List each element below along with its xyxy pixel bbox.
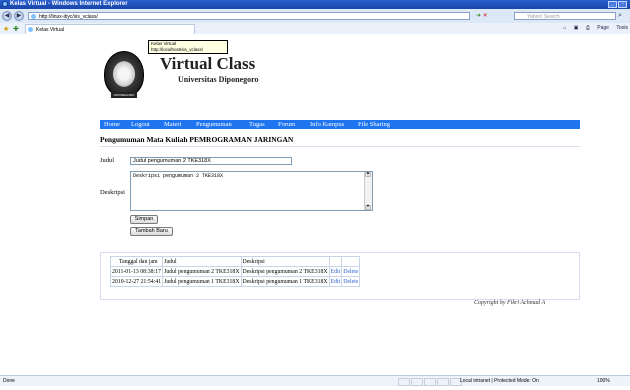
page-icon xyxy=(31,14,36,19)
back-button[interactable]: ◀ xyxy=(2,11,12,21)
menu-pengumuman[interactable]: Pengumuman xyxy=(196,120,232,129)
page-title: Pengumuman Mata Kuliah PEMROGRAMAN JARIN… xyxy=(100,135,294,144)
save-button[interactable]: Simpan xyxy=(130,215,158,224)
print-icon[interactable]: ⎙ xyxy=(586,25,590,31)
ie-logo-icon xyxy=(2,1,8,7)
table-header-row: Tanggal dan jam Judul Deskripsi xyxy=(109,256,361,267)
minimize-button[interactable]: _ xyxy=(608,1,617,8)
menu-file-sharing[interactable]: File Sharing xyxy=(358,120,390,129)
row-deskripsi: Deskripsi pengumuman 2 TKE318X xyxy=(240,266,330,277)
edit-link[interactable]: Edit xyxy=(331,269,341,275)
tab-tooltip: Kelas Virtual http://localhost/sis_vclas… xyxy=(148,40,228,54)
site-title: Virtual Class xyxy=(160,54,256,73)
tooltip-line2: http://localhost/sis_vclass/ xyxy=(151,47,204,52)
table-row: 2010-12-27 21:54:41 Judul pengumuman 1 T… xyxy=(109,276,361,287)
col-edit xyxy=(328,256,343,267)
judul-label: Judul xyxy=(100,157,115,164)
site-subtitle: Universitas Diponegoro xyxy=(178,75,259,84)
stop-icon[interactable]: ✕ xyxy=(483,13,488,19)
tab-kelas-virtual[interactable]: Kelas Virtual xyxy=(25,24,195,34)
row-datetime: 2011-01-13 08:38:17 xyxy=(109,266,164,277)
university-logo: DIPONEGORO xyxy=(104,51,144,98)
scroll-down-icon[interactable]: ▼ xyxy=(365,205,371,210)
menu-forum[interactable]: Forum xyxy=(278,120,295,129)
page-menu[interactable]: Page xyxy=(597,25,609,31)
window-titlebar: Kelas Virtual - Windows Internet Explore… xyxy=(0,0,630,9)
menu-tugas[interactable]: Tugas xyxy=(249,120,265,129)
add-favorites-icon[interactable]: ✚ xyxy=(13,25,19,33)
window-title: Kelas Virtual - Windows Internet Explore… xyxy=(10,1,128,7)
scroll-up-icon[interactable]: ▲ xyxy=(365,172,371,177)
tab-label: Kelas Virtual xyxy=(36,27,64,33)
go-icon[interactable]: ➜ xyxy=(476,13,481,19)
menu-materi[interactable]: Materi xyxy=(164,120,181,129)
menu-logout[interactable]: Logout xyxy=(131,120,150,129)
row-judul: Judul pengumuman 2 TKE318X xyxy=(162,266,242,277)
add-new-button[interactable]: Tambah Baru xyxy=(130,227,173,236)
menu-home[interactable]: Home xyxy=(104,120,120,129)
status-panels xyxy=(398,378,463,390)
tools-menu[interactable]: Tools xyxy=(616,25,628,31)
refresh-stop-buttons[interactable]: ➜ ✕ xyxy=(476,12,488,19)
col-deskripsi: Deskripsi xyxy=(240,256,330,267)
favorites-star-icon[interactable]: ★ xyxy=(3,25,9,33)
textarea-scrollbar[interactable]: ▲ ▼ xyxy=(364,172,372,210)
forward-button[interactable]: ▶ xyxy=(14,11,24,21)
table-row: 2011-01-13 08:38:17 Judul pengumuman 2 T… xyxy=(109,266,361,277)
logo-ribbon: DIPONEGORO xyxy=(111,92,137,98)
row-datetime: 2010-12-27 21:54:41 xyxy=(109,276,164,287)
copyright-text: Copyright by Fikri Achmad A xyxy=(474,300,546,306)
feeds-icon[interactable]: ▣ xyxy=(574,25,579,31)
title-divider xyxy=(100,146,580,147)
edit-link[interactable]: Edit xyxy=(331,279,341,285)
col-judul: Judul xyxy=(162,256,242,267)
judul-input[interactable]: Judul pengumuman 2 TKE318X xyxy=(130,157,292,165)
search-icon[interactable]: ⌕ xyxy=(618,12,622,20)
address-text: http://linux-ibyc/sis_vclass/ xyxy=(39,14,98,20)
command-bar: ⌂ ▣ ⎙ Page Tools xyxy=(557,25,628,31)
delete-link[interactable]: Delete xyxy=(343,279,358,285)
menu-info-kampus[interactable]: Info Kampus xyxy=(310,120,344,129)
home-icon[interactable]: ⌂ xyxy=(563,25,566,31)
row-deskripsi: Deskripsi pengumuman 1 TKE318X xyxy=(240,276,330,287)
deskripsi-text: Deskripsi pengumuman 2 TKE318X xyxy=(133,173,224,179)
search-field[interactable]: Yahoo! Search xyxy=(514,12,616,20)
page-content: DIPONEGORO Virtual Class Universitas Dip… xyxy=(0,34,630,375)
search-placeholder: Yahoo! Search xyxy=(527,14,560,20)
main-menu: Home Logout Materi Pengumuman Tugas Foru… xyxy=(100,120,580,129)
delete-link[interactable]: Delete xyxy=(343,269,358,275)
announcement-table: Tanggal dan jam Judul Deskripsi 2011-01-… xyxy=(109,256,361,287)
status-bar: Done Local intranet | Protected Mode: On… xyxy=(0,375,630,386)
deskripsi-label: Deskripsi xyxy=(100,189,125,196)
col-datetime: Tanggal dan jam xyxy=(109,256,164,267)
deskripsi-textarea[interactable]: Deskripsi pengumuman 2 TKE318X ▲ ▼ xyxy=(130,171,373,211)
tab-page-icon xyxy=(28,27,33,32)
col-delete xyxy=(341,256,361,267)
site-header: DIPONEGORO Virtual Class Universitas Dip… xyxy=(100,40,580,118)
address-field[interactable]: http://linux-ibyc/sis_vclass/ xyxy=(28,12,470,20)
address-toolbar: ◀ ▶ http://linux-ibyc/sis_vclass/ ➜ ✕ Ya… xyxy=(0,9,630,24)
row-judul: Judul pengumuman 1 TKE318X xyxy=(162,276,242,287)
restore-button[interactable]: ▫ xyxy=(618,1,627,8)
